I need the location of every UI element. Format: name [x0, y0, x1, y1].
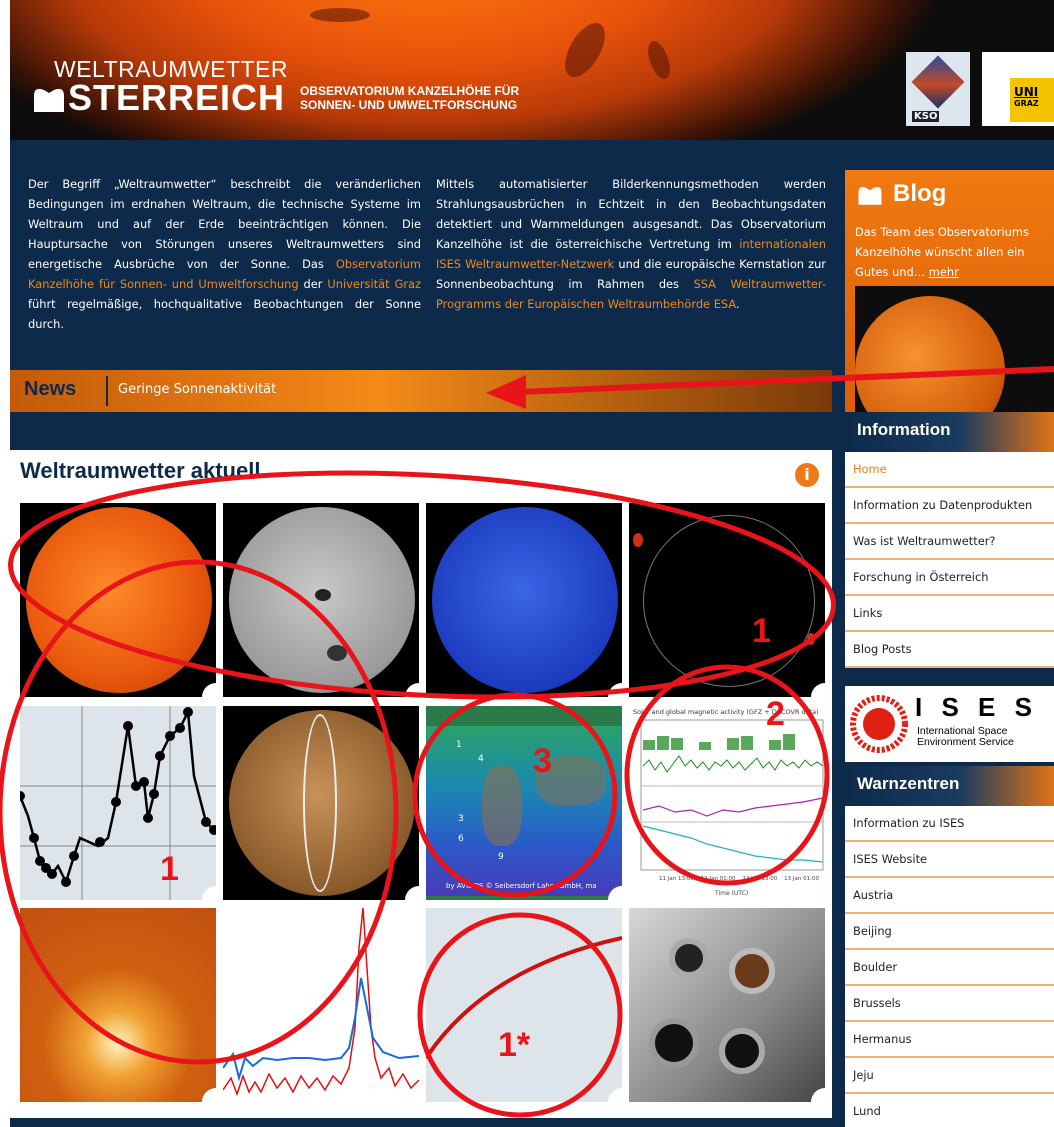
- news-ticker[interactable]: News Geringe Sonnenaktivität: [10, 370, 832, 412]
- ises-letters: I S E S: [915, 692, 1038, 722]
- tick-4: 13 Jan 01:00: [784, 876, 819, 882]
- link-uni-graz[interactable]: Universität Graz: [327, 277, 421, 291]
- map-credit: by AVIDOS © Seibersdorf Labor GmbH, ma: [446, 882, 597, 890]
- panel-title: Weltraumwetter aktuell: [20, 458, 261, 483]
- brand-line2: STERREICH: [68, 77, 286, 118]
- xray-flux-chart: [223, 908, 419, 1097]
- tile-halpha-sun[interactable]: [20, 503, 216, 697]
- map-label-9: 9: [498, 852, 504, 862]
- warnzentren-heading: Warnzentren: [845, 766, 1054, 806]
- ises-logo[interactable]: I S E S International Space Environment S…: [845, 686, 1054, 762]
- ises-name: International Space Environment Service: [917, 725, 1014, 748]
- menu-item-blog-posts[interactable]: Blog Posts: [845, 632, 1054, 668]
- blog-title: Blog: [857, 180, 946, 208]
- ises-sun-icon: [850, 695, 908, 753]
- menu-item-lund[interactable]: Lund: [845, 1094, 1054, 1127]
- menu-item-what-is-space-weather[interactable]: Was ist Weltraumwetter?: [845, 524, 1054, 560]
- tile-xray-flux[interactable]: [223, 908, 419, 1102]
- menu-item-ises-info[interactable]: Information zu ISES: [845, 806, 1054, 842]
- menu-item-links[interactable]: Links: [845, 596, 1054, 632]
- menu-item-hermanus[interactable]: Hermanus: [845, 1022, 1054, 1058]
- map-label-3: 3: [458, 814, 464, 824]
- menu-item-home[interactable]: Home: [845, 452, 1054, 488]
- menu-item-jeju[interactable]: Jeju: [845, 1058, 1054, 1094]
- tile-kp-plot[interactable]: [20, 706, 216, 900]
- warnzentren-menu: Information zu ISES ISES Website Austria…: [845, 806, 1054, 1127]
- map-label-6: 6: [458, 834, 464, 844]
- information-menu: Home Information zu Datenprodukten Was i…: [845, 452, 1054, 668]
- menu-item-research-austria[interactable]: Forschung in Österreich: [845, 560, 1054, 596]
- uni-graz-text: UNI GRAZ: [1014, 85, 1039, 108]
- subtitle-line2: SONNEN- UND UMWELTFORSCHUNG: [300, 98, 518, 112]
- tile-solar-wind-curve[interactable]: [426, 908, 622, 1102]
- menu-item-boulder[interactable]: Boulder: [845, 950, 1054, 986]
- menu-item-data-products[interactable]: Information zu Datenprodukten: [845, 488, 1054, 524]
- menu-item-ises-website[interactable]: ISES Website: [845, 842, 1054, 878]
- site-logo[interactable]: STERREICH: [32, 80, 285, 116]
- page: WELTRAUMWETTER STERREICH OBSERVATORIUM K…: [0, 0, 1054, 1127]
- hat-logo-icon: [858, 187, 882, 205]
- kp-plot-chart: [20, 706, 216, 900]
- tile-telescope-photo[interactable]: [629, 908, 825, 1102]
- tile-magnetic-activity[interactable]: Solar and global magnetic activity (GFZ …: [629, 706, 825, 900]
- magnetic-activity-chart: [640, 719, 824, 871]
- news-label: News: [24, 378, 77, 400]
- kso-label: KSO: [912, 111, 940, 122]
- subtitle-line1: OBSERVATORIUM KANZELHÖHE FÜR: [300, 84, 520, 98]
- brand-subtitle: OBSERVATORIUM KANZELHÖHE FÜR SONNEN- UND…: [300, 84, 519, 112]
- kso-logo[interactable]: KSO: [906, 52, 970, 126]
- tick-3: 12 Jan 13:00: [742, 876, 778, 882]
- intro-column-2: Mittels automatisierter Bilderkennungsme…: [436, 177, 826, 311]
- map-label-4: 4: [478, 754, 484, 764]
- blog-teaser: Das Team des Observatoriums Kanzelhöhe w…: [855, 225, 1029, 279]
- magnetic-x-label: Time (UTC): [715, 890, 749, 897]
- tile-coronagraph[interactable]: [629, 503, 825, 697]
- map-label-1: 1: [456, 740, 462, 750]
- info-icon[interactable]: i: [795, 463, 819, 487]
- tile-flare-closeup[interactable]: [20, 908, 216, 1102]
- magnetic-x-ticks: 11 Jan 13:00 12 Jan 01:00 12 Jan 13:00 13 J…: [659, 876, 819, 882]
- tile-caii-sun[interactable]: [426, 503, 622, 697]
- header-banner: WELTRAUMWETTER STERREICH OBSERVATORIUM K…: [10, 0, 1054, 140]
- uni-graz-logo[interactable]: UNI GRAZ: [982, 52, 1054, 126]
- menu-item-austria[interactable]: Austria: [845, 878, 1054, 914]
- menu-item-beijing[interactable]: Beijing: [845, 914, 1054, 950]
- intro-column-1: Der Begriff „Weltraumwetter“ beschreibt …: [28, 177, 421, 331]
- tile-world-map[interactable]: 1 4 3 6 9 by AVIDOS © Seibersdorf Labor …: [426, 706, 622, 900]
- news-headline[interactable]: Geringe Sonnenaktivität: [118, 382, 276, 397]
- tick-2: 12 Jan 01:00: [700, 876, 736, 882]
- kso-diamond-icon: [911, 55, 965, 109]
- news-separator: [106, 376, 108, 406]
- tile-sdo-sun[interactable]: [223, 706, 419, 900]
- blog-box[interactable]: Blog Das Team des Observatoriums Kanzelh…: [845, 170, 1054, 442]
- hat-logo-icon: [34, 88, 64, 112]
- blog-more-link[interactable]: mehr: [929, 265, 959, 279]
- tick-1: 11 Jan 13:00: [659, 876, 694, 882]
- tile-white-light-sun[interactable]: [223, 503, 419, 697]
- menu-item-brussels[interactable]: Brussels: [845, 986, 1054, 1022]
- information-heading: Information: [845, 412, 1054, 452]
- solar-wind-chart: [426, 936, 622, 1060]
